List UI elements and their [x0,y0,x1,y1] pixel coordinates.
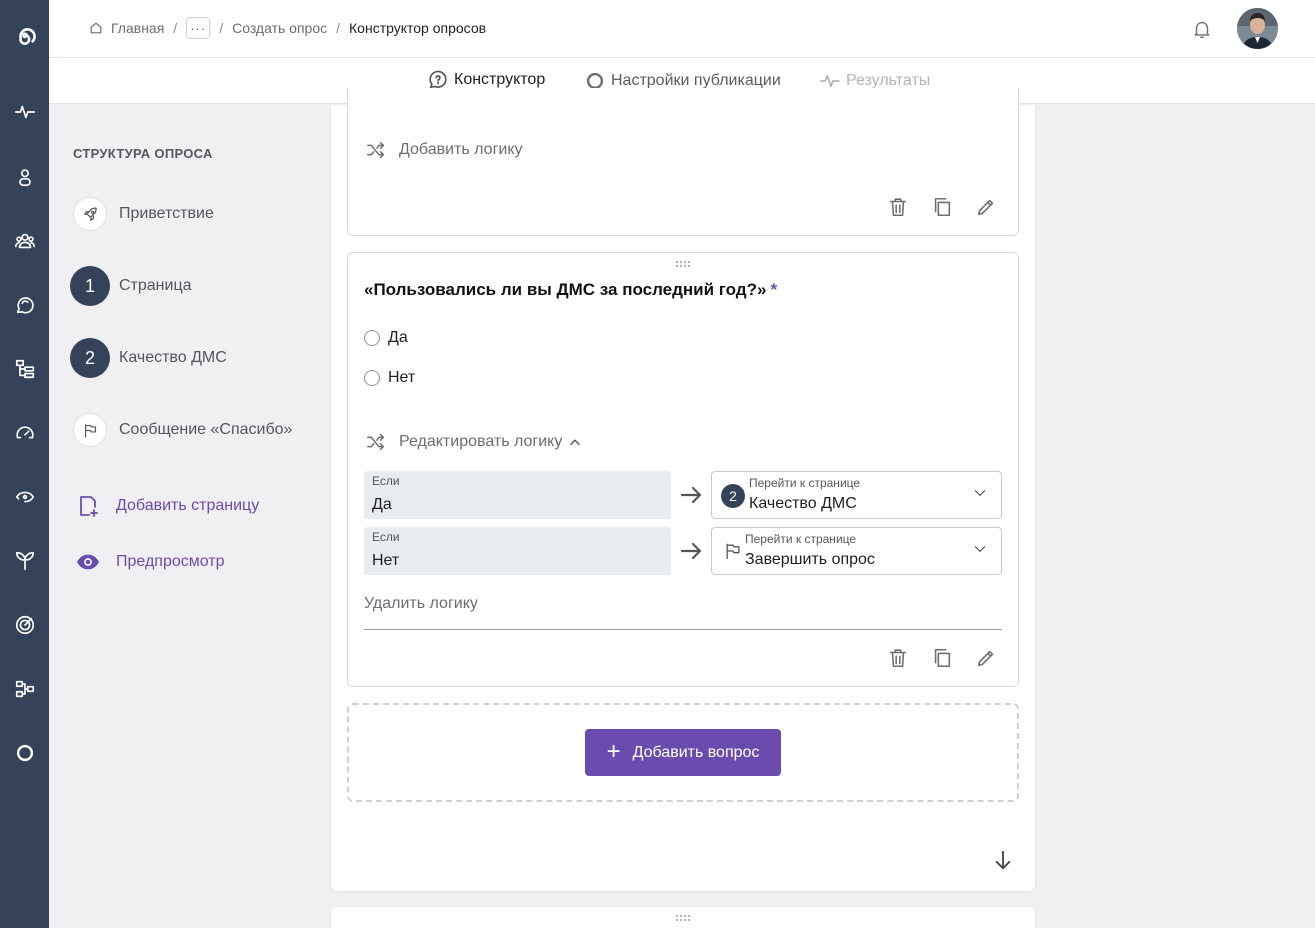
logo-spiral-icon[interactable] [12,24,38,50]
copy-icon[interactable] [931,647,953,669]
radio-option-label: Да [388,329,408,346]
radio-option[interactable]: Да [364,329,408,347]
structure-item-page-2[interactable]: 2 Качество ДМС [70,338,227,378]
structure-item-label: Приветствие [119,205,214,222]
if-label: Если [372,474,400,488]
trash-icon[interactable] [887,647,909,669]
top-bar: Главная / ··· / Создать опрос / Конструк… [49,0,1315,58]
logic-if-field: Если Да [364,471,671,519]
radio-button[interactable] [364,370,380,386]
breadcrumb-more-button[interactable]: ··· [186,17,211,39]
chat-refresh-icon[interactable] [12,292,38,318]
structure-item-label: Страница [119,277,192,294]
page-number-badge: 2 [721,484,745,508]
radio-option-label: Нет [388,369,416,386]
radio-option[interactable]: Нет [364,369,415,387]
add-page-label: Добавить страницу [116,497,260,514]
edit-logic-label: Редактировать логику [399,433,563,450]
breadcrumb-separator: / [219,20,224,36]
chevron-down-icon [974,546,986,552]
goto-page-select[interactable]: 2 Перейти к странице Качество ДМС [711,471,1002,519]
avatar[interactable] [1237,8,1278,49]
if-value: Да [372,496,392,513]
speedometer-icon[interactable] [12,420,38,446]
logic-if-field: Если Нет [364,527,671,575]
app-rail [0,0,49,928]
arrow-right-icon [680,486,702,504]
card-toolbar [887,647,997,669]
goto-label: Перейти к странице [745,532,857,546]
page-number-badge: 1 [70,266,110,306]
radio-button[interactable] [364,330,380,346]
delete-logic-button[interactable]: Удалить логику [364,594,1002,630]
goto-page-select[interactable]: Перейти к странице Завершить опрос [711,527,1002,575]
pencil-icon[interactable] [975,196,997,218]
tab-constructor-label: Конструктор [454,70,546,88]
structure-item-label: Сообщение «Спасибо» [119,421,293,438]
add-page-icon [80,496,98,517]
copy-icon[interactable] [931,196,953,218]
plus-icon: + [606,737,621,765]
home-icon [90,22,102,34]
pencil-icon[interactable] [975,647,997,669]
flow-icon[interactable] [12,676,38,702]
structure-item-page-1[interactable]: 1 Страница [70,266,192,306]
add-question-label: Добавить вопрос [632,743,760,761]
card-toolbar [887,196,997,218]
add-logic-label: Добавить логику [399,141,523,158]
question-title: «Пользовались ли вы ДМС за последний год… [364,280,777,300]
if-value: Нет [372,552,400,569]
goto-label: Перейти к странице [749,476,861,490]
breadcrumb: Главная / ··· / Создать опрос / Конструк… [89,17,486,39]
breadcrumb-create-survey[interactable]: Создать опрос [232,20,327,36]
breadcrumb-separator: / [173,20,178,36]
bell-icon[interactable] [1191,17,1213,41]
structure-item-welcome[interactable]: Приветствие [70,197,214,231]
goto-value: Качество ДМС [749,495,857,512]
chevron-down-icon [974,490,986,496]
shuffle-icon [367,141,385,159]
hierarchy-icon[interactable] [12,356,38,382]
arrow-down-icon[interactable] [992,848,1014,872]
drag-handle-icon[interactable] [675,914,691,922]
add-logic-link[interactable]: Добавить логику [365,139,523,161]
settings-icon[interactable] [12,740,38,766]
breadcrumb-current: Конструктор опросов [349,20,487,36]
structure-item-label: Качество ДМС [119,349,227,366]
question-text: «Пользовались ли вы ДМС за последний год… [364,280,767,299]
drag-handle-icon[interactable] [675,260,691,268]
breadcrumb-separator: / [336,20,341,36]
preview-button[interactable]: Предпросмотр [76,550,225,574]
trash-icon[interactable] [887,196,909,218]
if-label: Если [372,530,400,544]
eye-icon [77,554,99,570]
arrow-right-icon [680,542,702,560]
eye-orbit-icon[interactable] [12,484,38,510]
structure-item-thanks[interactable]: Сообщение «Спасибо» [70,413,292,447]
flag-icon [726,543,740,560]
shuffle-icon [367,433,385,451]
sprout-icon[interactable] [12,548,38,574]
preview-label: Предпросмотр [116,553,225,570]
chevron-up-icon [570,439,581,446]
next-page-canvas [331,907,1035,928]
group-icon[interactable] [12,228,38,254]
goto-value: Завершить опрос [745,551,875,568]
pulse-icon[interactable] [12,99,38,125]
rocket-icon [73,197,107,231]
breadcrumb-home[interactable]: Главная [111,20,164,36]
edit-logic-link[interactable]: Редактировать логику [365,431,582,453]
person-icon[interactable] [12,164,38,190]
add-page-button[interactable]: Добавить страницу [76,494,259,518]
structure-title: СТРУКТУРА ОПРОСА [73,146,213,161]
page-number-badge: 2 [70,338,110,378]
add-question-button[interactable]: + Добавить вопрос [585,729,781,776]
target-icon[interactable] [12,612,38,638]
flag-icon [73,413,107,447]
required-mark: * [770,280,778,299]
